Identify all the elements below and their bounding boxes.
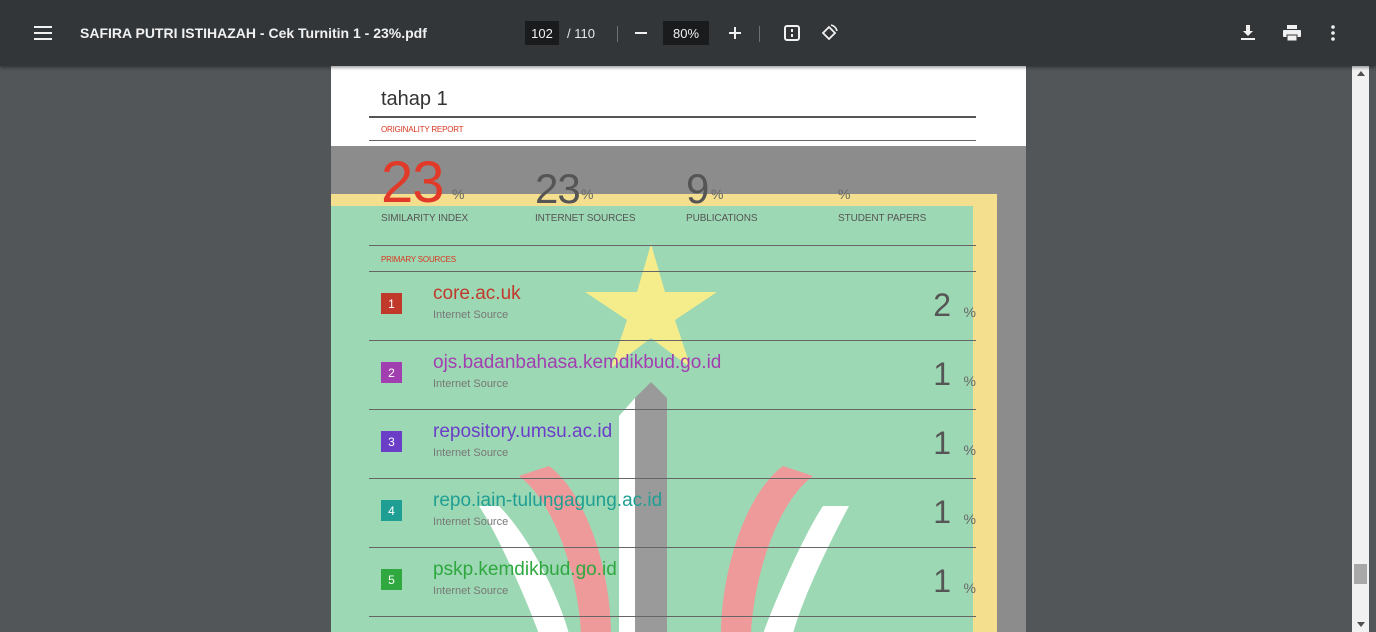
- pdf-toolbar: SAFIRA PUTRI ISTIHAZAH - Cek Turnitin 1 …: [0, 0, 1376, 66]
- source-number-badge: 3: [381, 431, 402, 452]
- source-number-badge: 2: [381, 362, 402, 383]
- source-percentage: 1: [933, 563, 951, 599]
- publications-label: PUBLICATIONS: [686, 213, 758, 224]
- source-row[interactable]: 2 ojs.badanbahasa.kemdikbud.go.id Intern…: [381, 342, 976, 410]
- divider: [369, 478, 976, 479]
- document-title: SAFIRA PUTRI ISTIHAZAH - Cek Turnitin 1 …: [80, 25, 427, 41]
- originality-heading: ORIGINALITY REPORT: [381, 125, 464, 134]
- divider: [369, 245, 976, 246]
- divider: [369, 409, 976, 410]
- source-type: Internet Source: [433, 516, 509, 528]
- report-title: tahap 1: [381, 88, 448, 110]
- source-row[interactable]: 1 core.ac.uk Internet Source 2 %: [381, 273, 976, 341]
- source-percentage: 1: [933, 494, 951, 530]
- zoom-input[interactable]: [663, 21, 709, 45]
- toolbar-divider: [617, 26, 618, 42]
- source-percent-sign: %: [963, 373, 976, 389]
- source-percent-sign: %: [963, 511, 976, 527]
- publications-pct: %: [711, 186, 724, 202]
- scroll-up-arrow-icon[interactable]: [1357, 71, 1365, 76]
- source-percentage: 1: [933, 425, 951, 461]
- more-icon[interactable]: [1320, 21, 1346, 45]
- similarity-index-label: SIMILARITY INDEX: [381, 213, 469, 224]
- fit-page-icon[interactable]: [779, 21, 805, 45]
- internet-sources-label: INTERNET SOURCES: [535, 213, 636, 224]
- source-name: ojs.badanbahasa.kemdikbud.go.id: [433, 352, 722, 373]
- download-icon[interactable]: [1235, 21, 1261, 45]
- source-percentage: 1: [933, 356, 951, 392]
- source-name: repo.iain-tulungagung.ac.id: [433, 490, 663, 511]
- source-name: pskp.kemdikbud.go.id: [433, 559, 617, 580]
- source-type: Internet Source: [433, 447, 509, 459]
- divider: [369, 116, 976, 118]
- source-percentage: 2: [933, 287, 951, 323]
- divider: [369, 547, 976, 548]
- toolbar-divider: [759, 26, 760, 42]
- similarity-index-pct: %: [452, 186, 465, 202]
- source-type: Internet Source: [433, 585, 509, 597]
- print-icon[interactable]: [1279, 21, 1305, 45]
- pdf-page: tahap 1 ORIGINALITY REPORT 23 % SIMILARI…: [331, 66, 1026, 632]
- menu-icon[interactable]: [28, 0, 58, 66]
- scrollbar-thumb[interactable]: [1354, 564, 1367, 584]
- vertical-scrollbar[interactable]: [1352, 66, 1369, 632]
- source-row[interactable]: 5 pskp.kemdikbud.go.id Internet Source 1…: [381, 549, 976, 617]
- source-percent-sign: %: [963, 304, 976, 320]
- primary-sources-heading: PRIMARY SOURCES: [381, 255, 456, 264]
- source-row[interactable]: 3 repository.umsu.ac.id Internet Source …: [381, 411, 976, 479]
- page-number-input[interactable]: [525, 21, 559, 45]
- source-number-badge: 1: [381, 293, 402, 314]
- source-type: Internet Source: [433, 378, 509, 390]
- source-percent-sign: %: [963, 442, 976, 458]
- turnitin-report: tahap 1 ORIGINALITY REPORT 23 % SIMILARI…: [331, 66, 1026, 632]
- source-type: Internet Source: [433, 309, 509, 321]
- source-number-badge: 4: [381, 500, 402, 521]
- divider: [369, 271, 976, 272]
- student-papers-label: STUDENT PAPERS: [838, 213, 927, 224]
- divider: [369, 616, 976, 617]
- divider: [369, 340, 976, 341]
- source-percent-sign: %: [963, 580, 976, 596]
- similarity-index-value: 23: [381, 150, 445, 215]
- page-total: / 110: [567, 25, 595, 41]
- source-name: core.ac.uk: [433, 283, 521, 304]
- student-papers-pct: %: [838, 186, 851, 202]
- source-row[interactable]: 4 repo.iain-tulungagung.ac.id Internet S…: [381, 480, 976, 548]
- internet-sources-pct: %: [581, 186, 594, 202]
- publications-value: 9: [686, 165, 709, 212]
- page-selector: / 110: [525, 0, 595, 66]
- internet-sources-value: 23: [535, 165, 581, 212]
- source-name: repository.umsu.ac.id: [433, 421, 613, 442]
- divider: [369, 140, 976, 141]
- scroll-down-arrow-icon[interactable]: [1357, 622, 1365, 627]
- source-number-badge: 5: [381, 569, 402, 590]
- rotate-icon[interactable]: [816, 21, 842, 45]
- zoom-out-icon[interactable]: [628, 21, 654, 45]
- zoom-in-icon[interactable]: [722, 21, 748, 45]
